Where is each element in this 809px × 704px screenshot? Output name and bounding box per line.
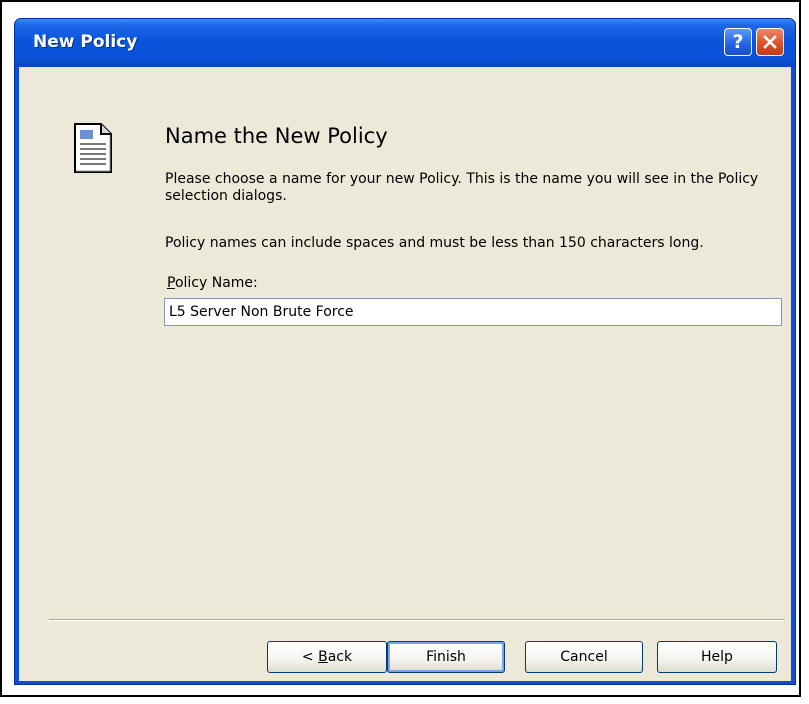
back-button[interactable]: < Back [267, 641, 387, 673]
window-title: New Policy [33, 32, 138, 52]
button-separator [49, 619, 785, 621]
wizard-heading: Name the New Policy [165, 124, 388, 148]
description-text: Please choose a name for your new Policy… [165, 171, 759, 204]
close-button[interactable] [756, 28, 784, 56]
help-dialog-button[interactable]: Help [657, 641, 777, 673]
close-icon [763, 35, 777, 49]
length-hint-text: Policy names can include spaces and must… [165, 235, 704, 251]
question-mark-icon: ? [732, 31, 744, 53]
document-icon [74, 123, 112, 173]
help-button[interactable]: ? [724, 28, 752, 56]
new-policy-dialog: New Policy ? Name the New Policy Please … [14, 18, 796, 685]
title-bar[interactable]: New Policy ? [15, 19, 795, 67]
policy-name-input[interactable] [164, 298, 782, 326]
policy-name-label: Policy Name: [167, 275, 258, 291]
dialog-body: Name the New Policy Please choose a name… [19, 67, 791, 681]
finish-button[interactable]: Finish [387, 641, 505, 673]
cancel-button[interactable]: Cancel [525, 641, 643, 673]
